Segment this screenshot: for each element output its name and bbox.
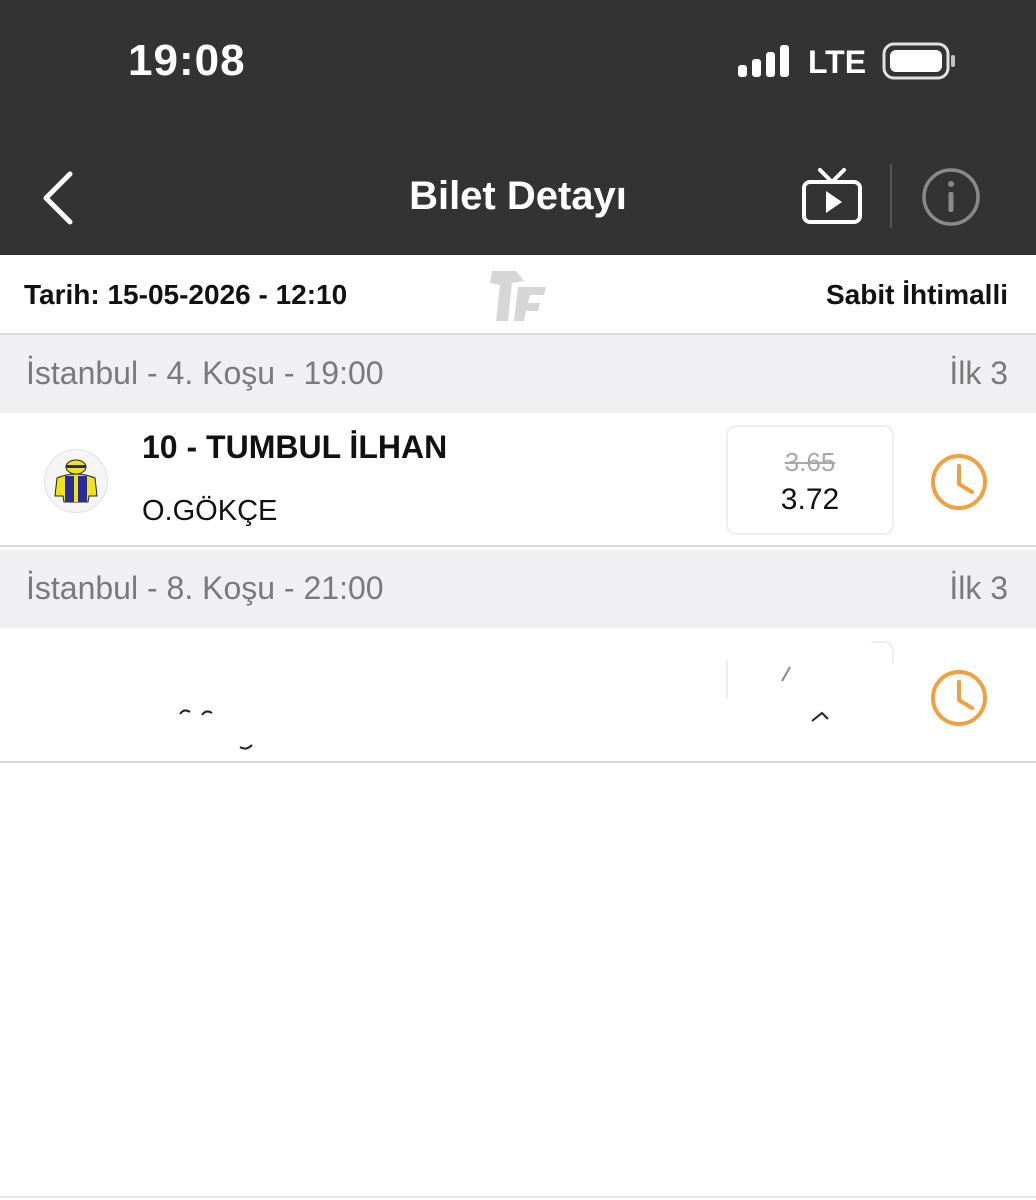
network-label: LTE [808, 44, 867, 80]
selection-row[interactable] [0, 629, 1036, 763]
race-bet-type: İlk 3 [949, 355, 1008, 391]
race-header: İstanbul - 4. Koşu - 19:00 İlk 3 [0, 335, 1036, 413]
odds-old: 3.65 [784, 447, 836, 477]
brand-watermark-icon [490, 271, 546, 321]
ticket-date: Tarih: 15-05-2026 - 12:10 [24, 279, 348, 310]
nav-divider [890, 164, 892, 228]
navigation-bar: Bilet Detayı [0, 130, 1036, 255]
race-header: İstanbul - 8. Koşu - 21:00 İlk 3 [0, 550, 1036, 628]
clock-icon [931, 454, 987, 510]
race-title: İstanbul - 8. Koşu - 21:00 [26, 570, 384, 606]
clock-icon [931, 670, 987, 726]
status-time: 19:08 [128, 36, 246, 85]
battery-icon [882, 42, 955, 80]
tv-icon[interactable] [800, 166, 864, 226]
race-bet-type: İlk 3 [949, 570, 1008, 606]
bet-type-label: Sabit İhtimalli [825, 279, 1008, 310]
info-icon[interactable] [920, 166, 982, 228]
jockey-name: O.GÖKÇE [142, 495, 278, 527]
selection-row[interactable]: 10 - TUMBUL İLHAN O.GÖKÇE 3.65 3.72 [0, 413, 1036, 547]
bottom-divider [0, 1196, 1036, 1198]
jockey-silk-icon [44, 449, 108, 513]
redaction-scribble [55, 629, 919, 761]
signal-icon [738, 45, 789, 77]
ticket-header: Tarih: 15-05-2026 - 12:10 Sabit İhtimall… [0, 255, 1036, 335]
odds-current: 3.72 [780, 483, 840, 516]
race-title: İstanbul - 4. Koşu - 19:00 [26, 355, 384, 391]
horse-name: 10 - TUMBUL İLHAN [142, 429, 448, 465]
odds-box: 3.65 3.72 [726, 425, 894, 535]
status-bar: 19:08 LTE [0, 0, 1036, 130]
page-title: Bilet Detayı [409, 174, 627, 218]
